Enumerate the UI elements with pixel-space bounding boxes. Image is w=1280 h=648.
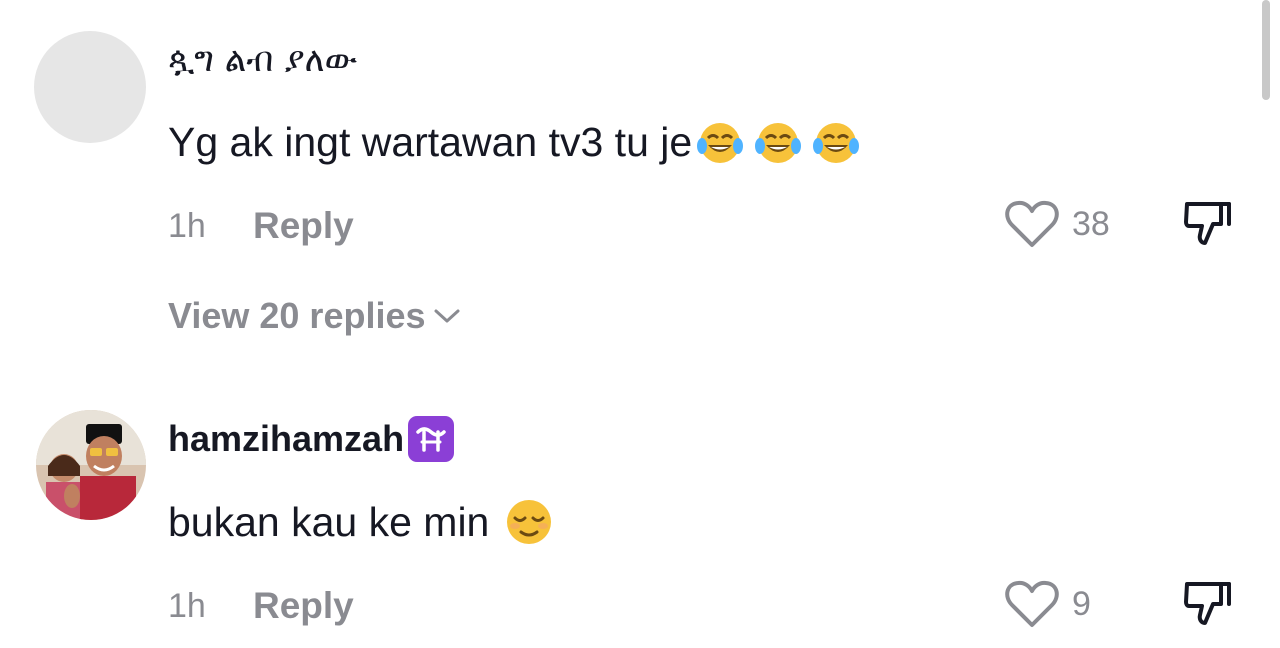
thumbs-down-icon: [1184, 582, 1231, 625]
relieved-face-emoji-icon: [507, 500, 552, 544]
comment-username[interactable]: hamzihamzah: [168, 416, 455, 462]
comment-text: Yg ak ingt wartawan tv3 tu je: [168, 116, 862, 168]
comment-time: 1h: [168, 587, 206, 625]
comment-username[interactable]: ጷግ ልብ ያለው: [168, 40, 357, 80]
tears-of-joy-emoji-icon: [813, 123, 860, 163]
avatar[interactable]: [34, 31, 146, 143]
reply-button[interactable]: Reply: [253, 585, 354, 627]
ophiuchus-badge-icon: [408, 416, 455, 462]
dislike-button[interactable]: [1183, 198, 1233, 253]
comment-text-content: Yg ak ingt wartawan tv3 tu je: [168, 118, 693, 165]
like-button[interactable]: 38: [1004, 198, 1110, 250]
like-button[interactable]: 9: [1004, 578, 1091, 630]
comment-text-content: bukan kau ke min: [168, 498, 490, 545]
tears-of-joy-emoji-icon: [755, 123, 802, 163]
reply-button[interactable]: Reply: [253, 205, 354, 247]
username-text: hamzihamzah: [168, 418, 405, 459]
scrollbar[interactable]: [1262, 0, 1270, 100]
heart-icon: [1005, 580, 1059, 627]
view-replies-button[interactable]: View 20 replies: [168, 295, 462, 337]
thumbs-down-icon: [1184, 202, 1231, 245]
avatar-photo: [36, 410, 146, 520]
dislike-button[interactable]: [1183, 578, 1233, 633]
heart-icon: [1005, 200, 1059, 247]
like-count: 38: [1072, 204, 1110, 243]
comment-time: 1h: [168, 207, 206, 245]
chevron-down-icon: [434, 309, 460, 323]
avatar[interactable]: [36, 410, 146, 520]
like-count: 9: [1072, 584, 1091, 623]
tears-of-joy-emoji-icon: [697, 123, 744, 163]
view-replies-label: View 20 replies: [168, 295, 426, 336]
comment-text: bukan kau ke min: [168, 496, 555, 548]
